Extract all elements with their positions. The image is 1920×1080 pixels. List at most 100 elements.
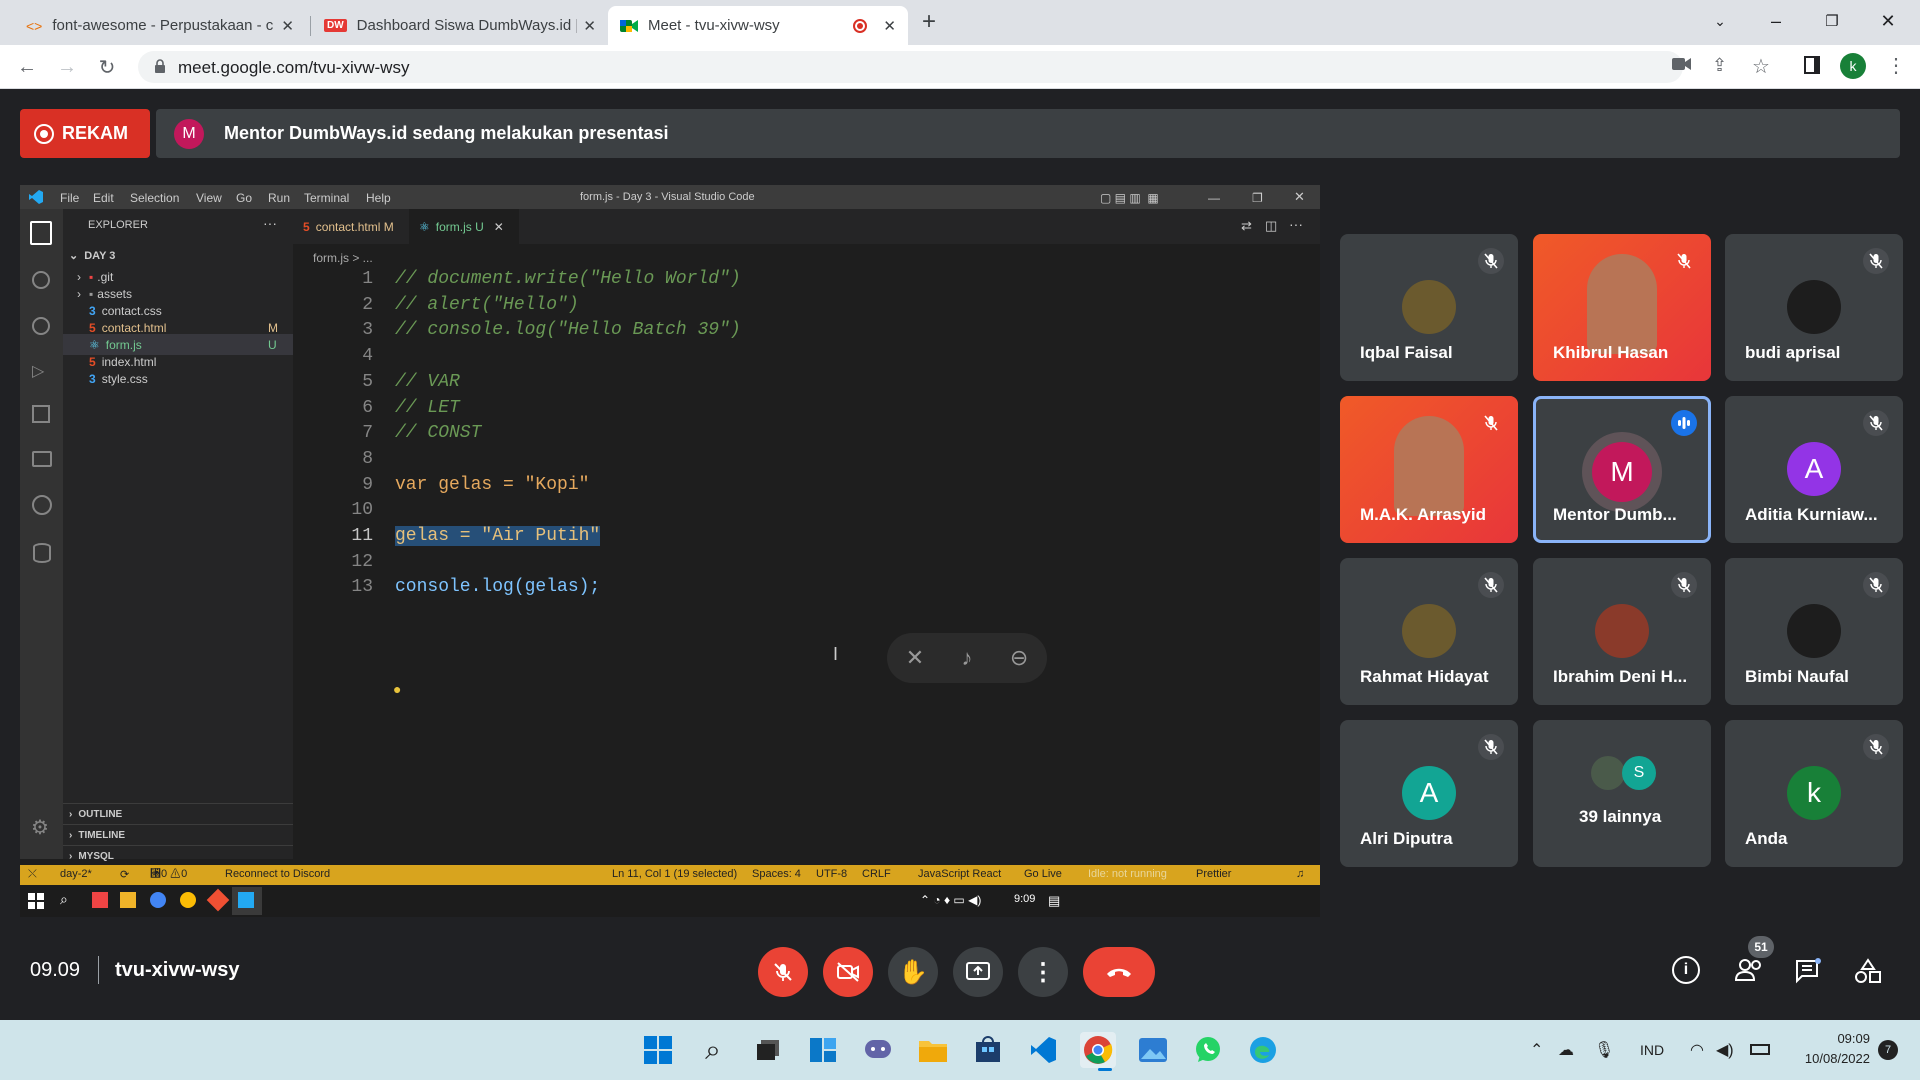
breadcrumb[interactable]: form.js > ...	[313, 251, 373, 265]
go-live[interactable]: Go Live	[1024, 868, 1062, 880]
timeline-panel[interactable]: › TIMELINE	[63, 824, 293, 845]
menu-view[interactable]: View	[196, 191, 222, 205]
cursor-position[interactable]: Ln 11, Col 1 (19 selected)	[612, 868, 737, 880]
unpin-icon[interactable]: ✕	[906, 645, 924, 671]
close-window-icon[interactable]: ✕	[1868, 8, 1908, 34]
outline-panel[interactable]: › OUTLINE	[63, 803, 293, 824]
side-panel-icon[interactable]	[1804, 56, 1820, 74]
menu-run[interactable]: Run	[268, 191, 290, 205]
editor-tab-contact-html[interactable]: 5 contact.html M	[293, 209, 409, 244]
vscode-taskbar-icon[interactable]	[1025, 1032, 1061, 1068]
vscode-restore-icon[interactable]: ❐	[1252, 191, 1263, 205]
code-line[interactable]: // LET	[395, 398, 460, 418]
file-item[interactable]: 3 style.css	[63, 368, 293, 389]
vscode-minimize-icon[interactable]: —	[1208, 191, 1220, 205]
whatsapp-icon[interactable]	[1190, 1032, 1226, 1068]
widgets-icon[interactable]	[805, 1032, 841, 1068]
participant-tile[interactable]: S 39 lainnya	[1533, 720, 1711, 867]
volume-icon[interactable]: ◀)	[1716, 1040, 1734, 1060]
participant-tile[interactable]: M Mentor Dumb...	[1533, 396, 1711, 543]
code-line[interactable]: console.log(gelas);	[395, 577, 600, 597]
discord-status[interactable]: Reconnect to Discord	[225, 868, 330, 880]
record-indicator[interactable]: REKAM	[20, 109, 150, 158]
editor-more-icon[interactable]: ···	[1289, 216, 1303, 232]
live-share-icon[interactable]	[32, 495, 52, 515]
remote-icon[interactable]: ⤬	[28, 868, 37, 881]
onedrive-icon[interactable]: ☁	[1558, 1040, 1574, 1060]
code-line[interactable]: // alert("Hello")	[395, 295, 579, 315]
task-view-icon[interactable]	[750, 1032, 786, 1068]
share-icon[interactable]: ⇪	[1712, 55, 1727, 76]
windows-start-icon[interactable]	[640, 1032, 676, 1068]
camera-toggle-button[interactable]	[823, 947, 873, 997]
indentation[interactable]: Spaces: 4	[752, 868, 801, 880]
code-line[interactable]: // VAR	[395, 372, 460, 392]
source-control-icon[interactable]	[32, 317, 50, 335]
camera-blocked-icon[interactable]	[1672, 57, 1692, 71]
file-explorer-icon[interactable]	[915, 1032, 951, 1068]
chrome-menu-icon[interactable]: ⋮	[1886, 53, 1906, 78]
battery-icon[interactable]	[1750, 1044, 1770, 1055]
explorer-icon[interactable]	[30, 221, 52, 245]
layout-toggle-icon[interactable]: ▢ ▤ ▥ ▦	[1100, 191, 1159, 205]
participant-tile[interactable]: Iqbal Faisal	[1340, 234, 1518, 381]
minimize-icon[interactable]: –	[1756, 8, 1796, 34]
microphone-icon[interactable]: 🎙	[1594, 1040, 1614, 1060]
settings-gear-icon[interactable]: ⚙	[31, 815, 49, 840]
mysql-panel[interactable]: › MYSQL	[63, 845, 293, 866]
mute-audio-icon[interactable]: ♪	[962, 645, 973, 671]
close-tab-icon[interactable]: ✕	[883, 17, 896, 35]
participant-tile[interactable]: Ibrahim Deni H...	[1533, 558, 1711, 705]
remote-explorer-icon[interactable]	[32, 451, 52, 467]
menu-edit[interactable]: Edit	[93, 191, 114, 205]
problems-count[interactable]: ⑘0 ⚠0	[150, 868, 187, 880]
sync-icon[interactable]: ⟳	[120, 868, 129, 881]
run-debug-icon[interactable]: ▷	[32, 361, 44, 381]
menu-selection[interactable]: Selection	[130, 191, 179, 205]
participant-tile[interactable]: Rahmat Hidayat	[1340, 558, 1518, 705]
encoding[interactable]: UTF-8	[816, 868, 847, 880]
code-line[interactable]: // document.write("Hello World")	[395, 269, 741, 289]
participant-tile[interactable]: budi aprisal	[1725, 234, 1903, 381]
forward-icon[interactable]: →	[54, 55, 80, 79]
notifications-bell-icon[interactable]: ♫	[1296, 868, 1304, 880]
line-ending[interactable]: CRLF	[862, 868, 891, 880]
photos-icon[interactable]	[1135, 1032, 1171, 1068]
prettier-status[interactable]: Prettier	[1196, 868, 1231, 880]
address-bar[interactable]: meet.google.com/tvu-xivw-wsy	[138, 51, 1683, 83]
browser-tab-meet[interactable]: Meet - tvu-xivw-wsy ✕	[608, 6, 908, 45]
participant-tile[interactable]: A Alri Diputra	[1340, 720, 1518, 867]
restore-icon[interactable]: ❐	[1812, 8, 1852, 34]
minimize-presentation-icon[interactable]: ⊖	[1010, 645, 1028, 671]
code-line[interactable]: gelas = "Air Putih"	[395, 526, 601, 546]
show-hidden-icons[interactable]: ⌃	[1530, 1040, 1543, 1060]
participant-tile[interactable]: M.A.K. Arrasyid	[1340, 396, 1518, 543]
code-line[interactable]: // CONST	[395, 423, 481, 443]
compare-icon[interactable]: ⇄	[1241, 218, 1252, 234]
menu-terminal[interactable]: Terminal	[304, 191, 349, 205]
tab-search-icon[interactable]: ⌄	[1700, 8, 1740, 34]
split-editor-icon[interactable]: ◫	[1265, 218, 1277, 234]
code-line[interactable]: // console.log("Hello Batch 39")	[395, 320, 741, 340]
database-icon[interactable]	[33, 543, 51, 563]
git-branch[interactable]: day-2*	[60, 868, 92, 880]
wifi-icon[interactable]: ◠	[1690, 1040, 1704, 1060]
search-icon[interactable]	[32, 271, 50, 289]
language-mode[interactable]: JavaScript React	[918, 868, 1001, 880]
lightbulb-icon[interactable]: ●	[393, 681, 401, 697]
meeting-details-icon[interactable]: i	[1672, 956, 1700, 984]
code-line[interactable]: var gelas = "Kopi"	[395, 475, 589, 495]
new-tab-button[interactable]: +	[922, 8, 936, 36]
activities-icon[interactable]	[1854, 958, 1882, 984]
explorer-more-icon[interactable]: ···	[263, 215, 277, 231]
search-icon[interactable]: ⌕	[695, 1032, 731, 1068]
browser-tab-font-awesome[interactable]: <> font-awesome - Perpustakaan - c ✕	[14, 6, 306, 45]
people-icon[interactable]	[1734, 958, 1764, 982]
bookmark-star-icon[interactable]: ☆	[1752, 54, 1770, 79]
menu-file[interactable]: File	[60, 191, 79, 205]
input-language[interactable]: IND	[1640, 1042, 1664, 1058]
participant-tile[interactable]: k Anda	[1725, 720, 1903, 867]
profile-avatar[interactable]: k	[1840, 53, 1866, 79]
participant-tile[interactable]: Bimbi Naufal	[1725, 558, 1903, 705]
editor-tab-form-js[interactable]: ⚛ form.js U ✕	[409, 209, 519, 244]
